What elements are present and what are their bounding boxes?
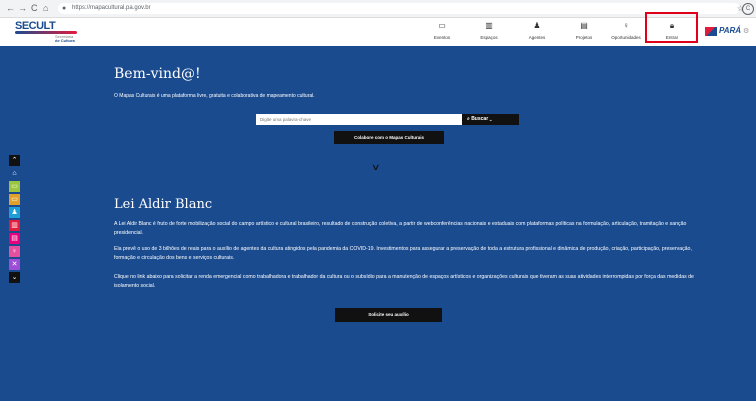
back-icon[interactable]: ← — [6, 3, 15, 14]
address-bar[interactable]: ● https://mapacultural.pa.gov.br — [58, 3, 740, 14]
collaborate-button[interactable]: Colabore com o Mapas Culturais — [334, 131, 444, 144]
gear-icon[interactable]: ⚙ — [743, 27, 749, 35]
address-url[interactable]: https://mapacultural.pa.gov.br — [72, 3, 151, 14]
rail-agents-icon[interactable]: ♟ — [9, 207, 20, 218]
rail-spaces-icon[interactable]: ▭ — [9, 194, 20, 205]
projects-icon: ▤ — [580, 21, 588, 30]
calendar-icon: ▭ — [438, 21, 446, 30]
site-header: SECULT Secretaria de Cultura ▭ Eventos ▥… — [0, 18, 756, 48]
rail-projects-icon[interactable]: ▥ — [9, 220, 20, 231]
rail-home-icon[interactable]: ⌂ — [9, 168, 20, 179]
profile-icon[interactable]: C — [742, 3, 754, 15]
chevron-down-icon[interactable]: ∨ — [371, 161, 381, 172]
para-flag-icon — [705, 27, 717, 36]
building-icon: ▥ — [485, 21, 493, 30]
reload-icon[interactable]: C — [31, 3, 38, 14]
lightbulb-icon: ♀ — [623, 21, 629, 30]
aldir-paragraph-2: Ela prevê o uso de 3 bilhões de reais pa… — [114, 246, 692, 261]
secult-logo[interactable]: SECULT Secretaria de Cultura — [15, 20, 85, 43]
logo-subtitle-2: de Cultura — [55, 38, 75, 43]
rail-opportunities-icon[interactable]: ♀ — [9, 246, 20, 257]
menu-label: Oportunidades — [611, 35, 641, 40]
forward-icon[interactable]: → — [18, 3, 27, 14]
solicite-auxilio-button[interactable]: Solicite seu auxílio — [335, 308, 442, 322]
left-rail: ⌃ ⌂ ▭ ▭ ♟ ▥ ▤ ♀ ✕ ⌄ — [9, 155, 20, 285]
home-icon[interactable]: ⌂ — [43, 3, 48, 14]
search-input[interactable] — [256, 114, 462, 125]
page-title: Bem-vind@! — [114, 66, 201, 82]
menu-label: Espaços — [480, 35, 498, 40]
search-button[interactable]: ⌕ Buscar ⌄ — [462, 114, 519, 125]
rail-scroll-up-icon[interactable]: ⌃ — [9, 155, 20, 166]
hero-description: O Mapas Culturais é uma plataforma livre… — [114, 93, 315, 99]
rail-opportunities-list-icon[interactable]: ▤ — [9, 233, 20, 244]
aldir-paragraph-1: A Lei Aldir Blanc é fruto de forte mobil… — [114, 221, 687, 236]
section-title: Lei Aldir Blanc — [114, 197, 213, 212]
secure-lock-icon: ● — [62, 5, 67, 12]
menu-label: Agentes — [528, 35, 546, 40]
menu-label: Projetos — [575, 35, 593, 40]
rail-tools-icon[interactable]: ✕ — [9, 259, 20, 270]
para-logo-text: PARÁ — [719, 26, 742, 35]
aldir-paragraph-3: Clique no link abaixo para solicitar a r… — [114, 274, 694, 289]
browser-toolbar: ← → C ⌂ ● https://mapacultural.pa.gov.br… — [0, 0, 756, 18]
menu-projetos[interactable]: ▤ Projetos — [562, 21, 606, 45]
rail-events-icon[interactable]: ▭ — [9, 181, 20, 192]
menu-oportunidades[interactable]: ♀ Oportunidades — [604, 21, 648, 45]
menu-espacos[interactable]: ▥ Espaços — [467, 21, 511, 45]
rail-scroll-down-icon[interactable]: ⌄ — [9, 272, 20, 283]
person-icon: ♟ — [533, 21, 541, 30]
entrar-highlight-box — [645, 12, 698, 43]
menu-agentes[interactable]: ♟ Agentes — [515, 21, 559, 45]
menu-label: Eventos — [433, 35, 451, 40]
menu-eventos[interactable]: ▭ Eventos — [420, 21, 464, 45]
